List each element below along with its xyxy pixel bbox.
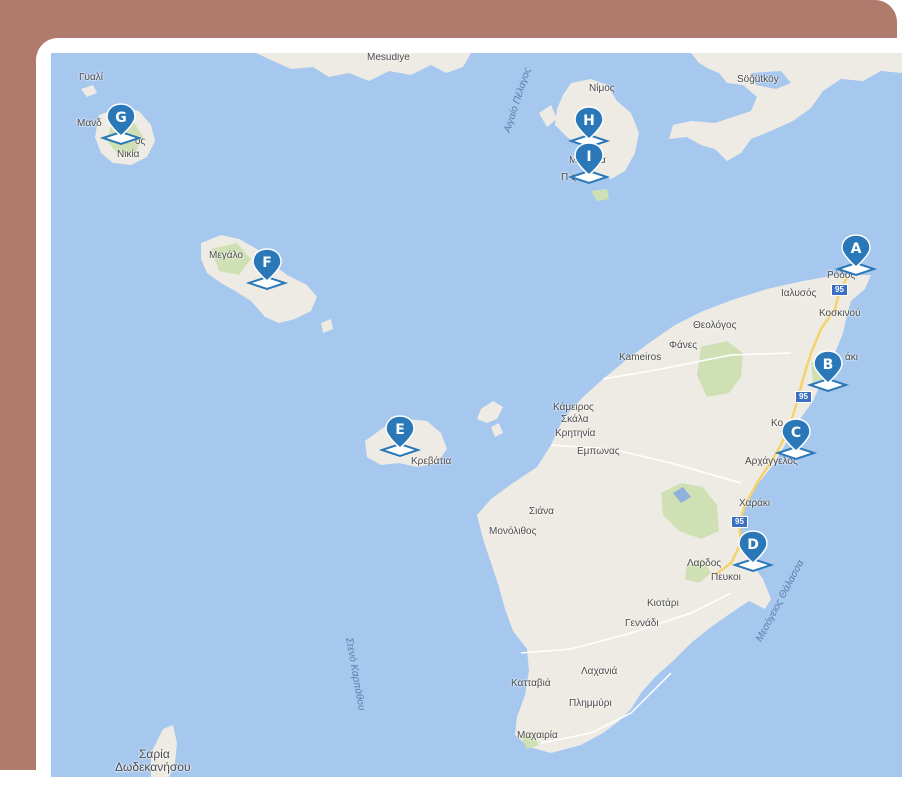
marker-letter: F (262, 255, 272, 271)
place-charaki: Χαράκι (739, 498, 771, 509)
road-shield-95: 95 (731, 516, 748, 528)
place-gyali: Γυαλί (79, 72, 103, 83)
place-plimmyri: Πλημμύρι (569, 698, 612, 709)
map-marker-d[interactable]: D (731, 529, 775, 577)
place-ialysos: Ιαλυσός (781, 288, 817, 299)
place-theologos: Θεολόγος (693, 320, 737, 331)
map-marker-b[interactable]: B (806, 349, 850, 397)
map-marker-i[interactable]: I (567, 141, 611, 189)
map-marker-g[interactable]: G (99, 102, 143, 150)
map-marker-f[interactable]: F (245, 247, 289, 295)
marker-letter: H (583, 113, 595, 129)
place-lachania: Λαχανιά (581, 666, 618, 677)
place-kamiros-skala-2: Σκάλα (561, 414, 589, 425)
place-nimos: Νίμος (589, 83, 615, 94)
place-monolithos: Μονόλιθος (489, 526, 537, 537)
marker-letter: A (850, 241, 862, 257)
place-mesudiye: Mesudiye (367, 53, 410, 63)
page-frame: Mesudiye Söğütköy Γυαλί Μανδ Νικία ος Νί… (0, 0, 917, 793)
place-sogutkoy: Söğütköy (737, 74, 779, 85)
marker-letter: I (586, 149, 592, 165)
place-siana: Σιάνα (529, 506, 554, 517)
marker-letter: B (822, 357, 834, 373)
place-kritinia: Κρητηνία (555, 428, 596, 439)
marker-letter: E (395, 422, 405, 438)
place-saria-1: Σαρία (139, 747, 170, 761)
road-shield-95: 95 (831, 284, 848, 296)
place-kiotari: Κιοτάρι (647, 598, 679, 609)
map-view[interactable]: Mesudiye Söğütköy Γυαλί Μανδ Νικία ος Νί… (51, 53, 902, 777)
map-base (51, 53, 902, 777)
marker-letter: G (115, 110, 127, 126)
place-gennadi: Γεννάδι (625, 618, 659, 629)
place-saria-2: Δωδεκανήσου (115, 760, 191, 774)
place-machairia: Μαχαιρία (517, 730, 558, 741)
map-marker-c[interactable]: C (774, 417, 818, 465)
marker-letter: C (790, 425, 802, 441)
map-marker-a[interactable]: A (834, 233, 878, 281)
place-mandraki: Μανδ (77, 118, 102, 129)
marker-letter: D (747, 537, 759, 553)
place-empona: Εμπωνας (577, 446, 620, 457)
place-nikia: Νικία (117, 149, 140, 160)
map-marker-e[interactable]: E (378, 414, 422, 462)
place-fanes: Φάνες (669, 340, 698, 351)
place-kattavia: Κατταβιά (511, 678, 551, 689)
place-megalo: Μεγάλο (209, 250, 243, 261)
place-lardos: Λαρδος (687, 558, 722, 569)
place-koskinou: Κοσκινού (819, 308, 861, 319)
place-kameiros: Kameiros (619, 352, 662, 363)
place-kamiros-skala-1: Κάμειρος (553, 402, 594, 413)
